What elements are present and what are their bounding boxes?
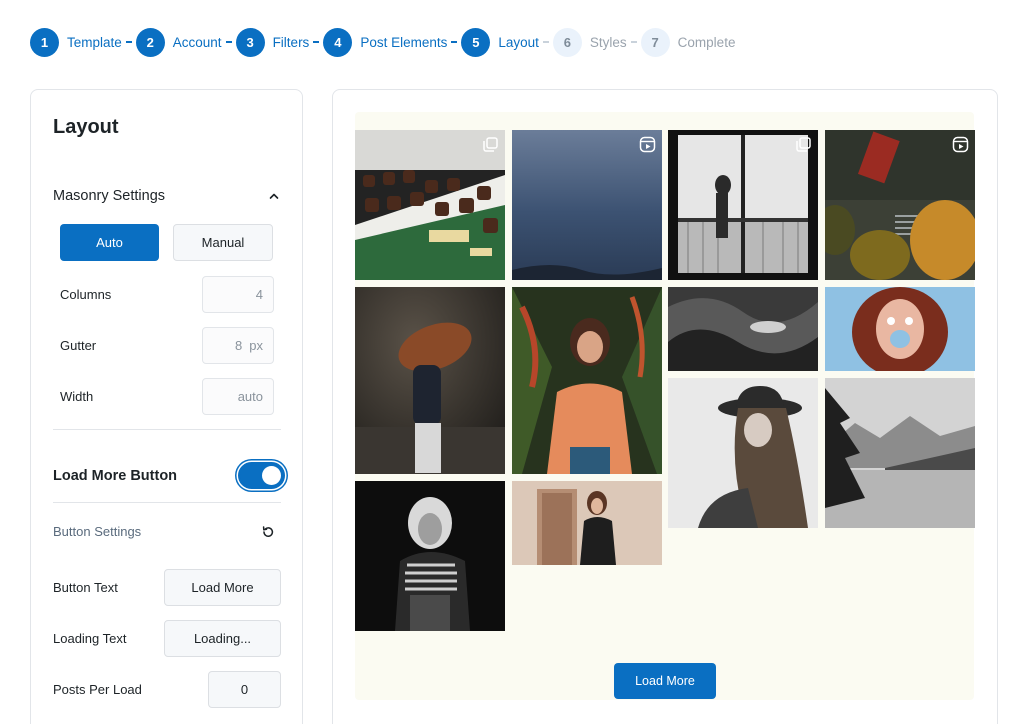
step-number: 4	[323, 27, 353, 57]
aerial-tram-street-photo[interactable]	[825, 130, 975, 280]
load-more-label: Load More Button	[53, 467, 178, 484]
woman-doorway-photo[interactable]	[512, 481, 662, 565]
step-styles[interactable]: 6 Styles	[552, 27, 641, 57]
step-separator	[225, 41, 232, 43]
step-template[interactable]: 1 Template	[30, 27, 136, 57]
reel-icon	[639, 136, 656, 153]
photo-graphic	[668, 378, 818, 528]
posts-per-load-input[interactable]: 0	[208, 671, 281, 708]
step-separator	[125, 41, 132, 43]
step-layout[interactable]: 5 Layout	[461, 27, 553, 57]
hair-flip-woman-photo[interactable]	[355, 287, 505, 474]
posts-per-load-setting: Posts Per Load 0	[53, 671, 281, 708]
step-number: 2	[135, 27, 165, 57]
step-number: 5	[461, 27, 491, 57]
load-more-toggle-row: Load More Button	[53, 462, 285, 489]
gutter-setting: Gutter 8 px	[60, 327, 274, 364]
step-separator	[451, 41, 458, 43]
button-settings-title: Button Settings	[53, 524, 142, 539]
section-divider	[53, 502, 281, 503]
width-label: Width	[60, 389, 94, 404]
setup-stepper: 1 Template 2 Account 3 Filters 4 Post El…	[30, 27, 735, 57]
loading-text-input[interactable]: Loading...	[164, 620, 281, 657]
step-number: 6	[552, 27, 582, 57]
manual-mode-button[interactable]: Manual	[173, 224, 273, 261]
step-label: Account	[172, 34, 222, 50]
width-setting: Width auto	[60, 378, 274, 415]
lake-water-photo[interactable]	[512, 130, 662, 280]
loading-text-label: Loading Text	[53, 631, 127, 646]
blonde-woman-striped-photo[interactable]	[355, 481, 505, 631]
button-text-label: Button Text	[53, 580, 118, 595]
photo-graphic	[668, 287, 818, 371]
layout-settings-panel: Layout Masonry Settings Auto Manual Colu…	[30, 89, 303, 724]
masonry-settings-header[interactable]: Masonry Settings	[53, 188, 281, 204]
chocolate-pastries-photo[interactable]	[355, 130, 505, 280]
gutter-value: 8	[235, 338, 243, 353]
mountain-lake-photo[interactable]	[825, 378, 975, 528]
step-separator	[542, 41, 549, 43]
reset-icon[interactable]	[261, 525, 275, 539]
panel-title: Layout	[53, 116, 119, 138]
woman-hat-photo[interactable]	[668, 378, 818, 528]
photo-graphic	[512, 481, 662, 565]
auto-mode-button[interactable]: Auto	[60, 224, 159, 261]
gutter-label: Gutter	[60, 338, 97, 353]
step-number: 1	[30, 27, 59, 57]
step-post-elements[interactable]: 4 Post Elements	[323, 27, 461, 57]
step-separator	[313, 41, 320, 43]
step-label: Layout	[498, 34, 539, 50]
gallery-icon	[796, 137, 811, 152]
reel-icon	[952, 136, 969, 153]
gutter-unit: px	[249, 338, 263, 353]
width-input[interactable]: auto	[202, 378, 274, 415]
load-more-toggle[interactable]	[238, 462, 285, 489]
loading-text-setting: Loading Text Loading...	[53, 620, 281, 657]
step-account[interactable]: 2 Account	[135, 27, 236, 57]
section-title: Masonry Settings	[53, 188, 166, 204]
width-value: auto	[237, 389, 263, 404]
step-separator	[630, 41, 637, 43]
step-complete[interactable]: 7 Complete	[640, 27, 736, 57]
chevron-up-icon[interactable]	[267, 189, 281, 203]
toggle-knob	[262, 466, 281, 485]
step-label: Post Elements	[360, 34, 448, 50]
step-label: Filters	[272, 34, 310, 50]
woman-orange-shirt-photo[interactable]	[512, 287, 662, 474]
step-number: 3	[235, 27, 265, 57]
step-label: Styles	[589, 34, 627, 50]
photo-graphic	[825, 287, 975, 371]
gutter-input[interactable]: 8 px	[202, 327, 274, 364]
section-divider	[53, 429, 281, 430]
gallery-icon	[483, 137, 498, 152]
columns-setting: Columns 4	[60, 276, 274, 313]
curly-hair-woman-photo[interactable]	[825, 287, 975, 371]
photo-graphic	[825, 378, 975, 528]
step-label: Template	[67, 34, 122, 50]
button-settings-header: Button Settings	[53, 524, 275, 539]
window-silhouette-photo[interactable]	[668, 130, 818, 280]
columns-value: 4	[255, 287, 263, 302]
step-number: 7	[640, 27, 670, 57]
photo-graphic	[355, 287, 505, 474]
photo-graphic	[512, 287, 662, 474]
button-text-setting: Button Text Load More	[53, 569, 281, 606]
step-filters[interactable]: 3 Filters	[235, 27, 324, 57]
columns-label: Columns	[60, 287, 112, 302]
posts-per-load-label: Posts Per Load	[53, 682, 142, 697]
columns-input[interactable]: 4	[202, 276, 274, 313]
button-text-input[interactable]: Load More	[164, 569, 281, 606]
rocky-coast-photo[interactable]	[668, 287, 818, 371]
load-more-button[interactable]: Load More	[614, 663, 716, 699]
photo-graphic	[355, 481, 505, 631]
step-label: Complete	[677, 34, 736, 50]
